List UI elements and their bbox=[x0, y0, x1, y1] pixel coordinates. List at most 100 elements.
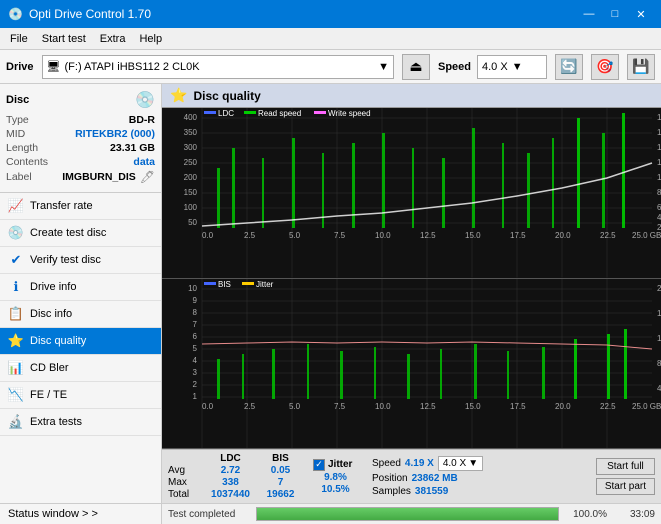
speed-value: 4.0 X bbox=[482, 61, 508, 73]
nav-items: 📈 Transfer rate 💿 Create test disc ✔ Ver… bbox=[0, 193, 161, 503]
nav-verify-test-disc[interactable]: ✔ Verify test disc bbox=[0, 247, 161, 274]
disc-header: Disc 💿 bbox=[6, 90, 155, 110]
start-part-button[interactable]: Start part bbox=[596, 478, 655, 495]
stats-table: LDC BIS Avg 2.72 0.05 Max 338 7 Total bbox=[168, 453, 303, 500]
target-button[interactable]: 🎯 bbox=[591, 54, 619, 80]
stats-avg-bis: 0.05 bbox=[258, 465, 303, 476]
nav-extra-tests[interactable]: 🔬 Extra tests bbox=[0, 409, 161, 436]
disc-contents-val: data bbox=[133, 156, 155, 168]
nav-create-test-disc[interactable]: 💿 Create test disc bbox=[0, 220, 161, 247]
app-title: Opti Drive Control 1.70 bbox=[29, 7, 151, 21]
start-full-button[interactable]: Start full bbox=[596, 458, 655, 475]
svg-text:200: 200 bbox=[184, 173, 198, 182]
svg-text:4: 4 bbox=[193, 356, 198, 365]
svg-text:12%: 12% bbox=[657, 334, 661, 343]
nav-cd-bler[interactable]: 📊 CD Bler bbox=[0, 355, 161, 382]
nav-disc-info[interactable]: 📋 Disc info bbox=[0, 301, 161, 328]
svg-text:250: 250 bbox=[184, 158, 198, 167]
main-layout: Disc 💿 Type BD-R MID RITEKBR2 (000) Leng… bbox=[0, 84, 661, 524]
svg-text:350: 350 bbox=[184, 128, 198, 137]
refresh-button[interactable]: 🔄 bbox=[555, 54, 583, 80]
speed-dropdown-val: 4.0 X bbox=[443, 458, 466, 469]
svg-text:10.0: 10.0 bbox=[375, 231, 391, 240]
nav-transfer-rate[interactable]: 📈 Transfer rate bbox=[0, 193, 161, 220]
eject-button[interactable]: ⏏ bbox=[402, 54, 430, 80]
extra-tests-icon: 🔬 bbox=[8, 414, 24, 430]
maximize-button[interactable]: □ bbox=[603, 5, 627, 23]
progress-bar bbox=[256, 507, 559, 521]
progress-time: 33:09 bbox=[615, 509, 655, 520]
svg-text:2.5: 2.5 bbox=[244, 402, 256, 411]
svg-text:18X: 18X bbox=[657, 113, 661, 122]
svg-text:LDC: LDC bbox=[218, 109, 234, 118]
close-button[interactable]: ✕ bbox=[629, 5, 653, 23]
svg-text:400: 400 bbox=[184, 113, 198, 122]
svg-text:10.0: 10.0 bbox=[375, 402, 391, 411]
stats-max-bis: 7 bbox=[258, 477, 303, 488]
minimize-button[interactable]: — bbox=[577, 5, 601, 23]
drive-icon: 🖥 bbox=[47, 60, 61, 73]
menu-help[interactable]: Help bbox=[133, 31, 168, 47]
disc-quality-icon: ⭐ bbox=[8, 333, 24, 349]
speed-position-section: Speed 4.19 X 4.0 X ▼ Position 23862 MB S… bbox=[372, 456, 483, 497]
nav-drive-info[interactable]: ℹ Drive info bbox=[0, 274, 161, 301]
menu-extra[interactable]: Extra bbox=[94, 31, 132, 47]
action-buttons: Start full Start part bbox=[596, 458, 655, 495]
svg-text:16X: 16X bbox=[657, 128, 661, 137]
svg-text:12.5: 12.5 bbox=[420, 402, 436, 411]
disc-info-icon: 📋 bbox=[8, 306, 24, 322]
svg-text:20.0: 20.0 bbox=[555, 402, 571, 411]
svg-text:BIS: BIS bbox=[218, 280, 231, 289]
svg-text:22.5: 22.5 bbox=[600, 402, 616, 411]
speed-dropdown[interactable]: 4.0 X ▼ bbox=[438, 456, 483, 471]
svg-text:7.5: 7.5 bbox=[334, 402, 346, 411]
disc-type-val: BD-R bbox=[129, 114, 155, 126]
status-window-button[interactable]: Status window > > bbox=[0, 503, 161, 524]
disc-length-key: Length bbox=[6, 142, 38, 154]
menu-file[interactable]: File bbox=[4, 31, 34, 47]
drive-select[interactable]: 🖥 (F:) ATAPI iHBS112 2 CL0K ▼ bbox=[42, 55, 394, 79]
svg-text:22.5: 22.5 bbox=[600, 231, 616, 240]
disc-mid-key: MID bbox=[6, 128, 25, 140]
app-icon: 💿 bbox=[8, 7, 23, 21]
sidebar: Disc 💿 Type BD-R MID RITEKBR2 (000) Leng… bbox=[0, 84, 162, 524]
svg-text:50: 50 bbox=[188, 218, 197, 227]
progress-percent: 100.0% bbox=[567, 509, 607, 520]
svg-text:17.5: 17.5 bbox=[510, 231, 526, 240]
svg-text:Write speed: Write speed bbox=[328, 109, 371, 118]
svg-text:15.0: 15.0 bbox=[465, 402, 481, 411]
speed-dropdown-icon: ▼ bbox=[512, 61, 523, 73]
nav-cd-bler-label: CD Bler bbox=[30, 362, 69, 374]
stats-header-row: LDC BIS bbox=[168, 453, 303, 464]
svg-text:9: 9 bbox=[193, 296, 198, 305]
status-window-label: Status window > > bbox=[8, 508, 98, 520]
jitter-avg-row: 9.8% bbox=[313, 472, 358, 483]
save-button[interactable]: 💾 bbox=[627, 54, 655, 80]
svg-text:20.0: 20.0 bbox=[555, 231, 571, 240]
disc-label-val: IMGBURN_DIS bbox=[62, 171, 136, 183]
menu-start-test[interactable]: Start test bbox=[36, 31, 92, 47]
speed-val: 4.19 X bbox=[405, 458, 434, 469]
disc-mid-val: RITEKBR2 (000) bbox=[75, 128, 155, 140]
nav-disc-quality[interactable]: ⭐ Disc quality bbox=[0, 328, 161, 355]
svg-text:17.5: 17.5 bbox=[510, 402, 526, 411]
svg-text:6X: 6X bbox=[657, 203, 661, 212]
svg-text:Read speed: Read speed bbox=[258, 109, 301, 118]
content-area: ⭐ Disc quality bbox=[162, 84, 661, 524]
svg-text:7: 7 bbox=[193, 320, 198, 329]
drive-select-text: (F:) ATAPI iHBS112 2 CL0K bbox=[65, 61, 375, 73]
charts-area: 400 350 300 250 200 150 100 50 18X 16X 1… bbox=[162, 108, 661, 449]
speed-select[interactable]: 4.0 X ▼ bbox=[477, 55, 547, 79]
jitter-max: 10.5% bbox=[313, 484, 358, 495]
nav-extra-tests-label: Extra tests bbox=[30, 416, 82, 428]
svg-text:7.5: 7.5 bbox=[334, 231, 346, 240]
bis-chart-svg: 10 9 8 7 6 5 4 3 2 1 20% 16% 12% 8% 4% bbox=[162, 279, 661, 449]
speed-label: Speed bbox=[438, 61, 471, 73]
svg-text:4X: 4X bbox=[657, 213, 661, 222]
stats-total-label: Total bbox=[168, 489, 203, 500]
jitter-checkbox[interactable]: ✓ bbox=[313, 459, 325, 471]
nav-fe-te[interactable]: 📉 FE / TE bbox=[0, 382, 161, 409]
disc-panel-icon: 💿 bbox=[135, 90, 155, 110]
quality-panel-title: Disc quality bbox=[193, 89, 260, 103]
title-bar-controls: — □ ✕ bbox=[577, 5, 653, 23]
